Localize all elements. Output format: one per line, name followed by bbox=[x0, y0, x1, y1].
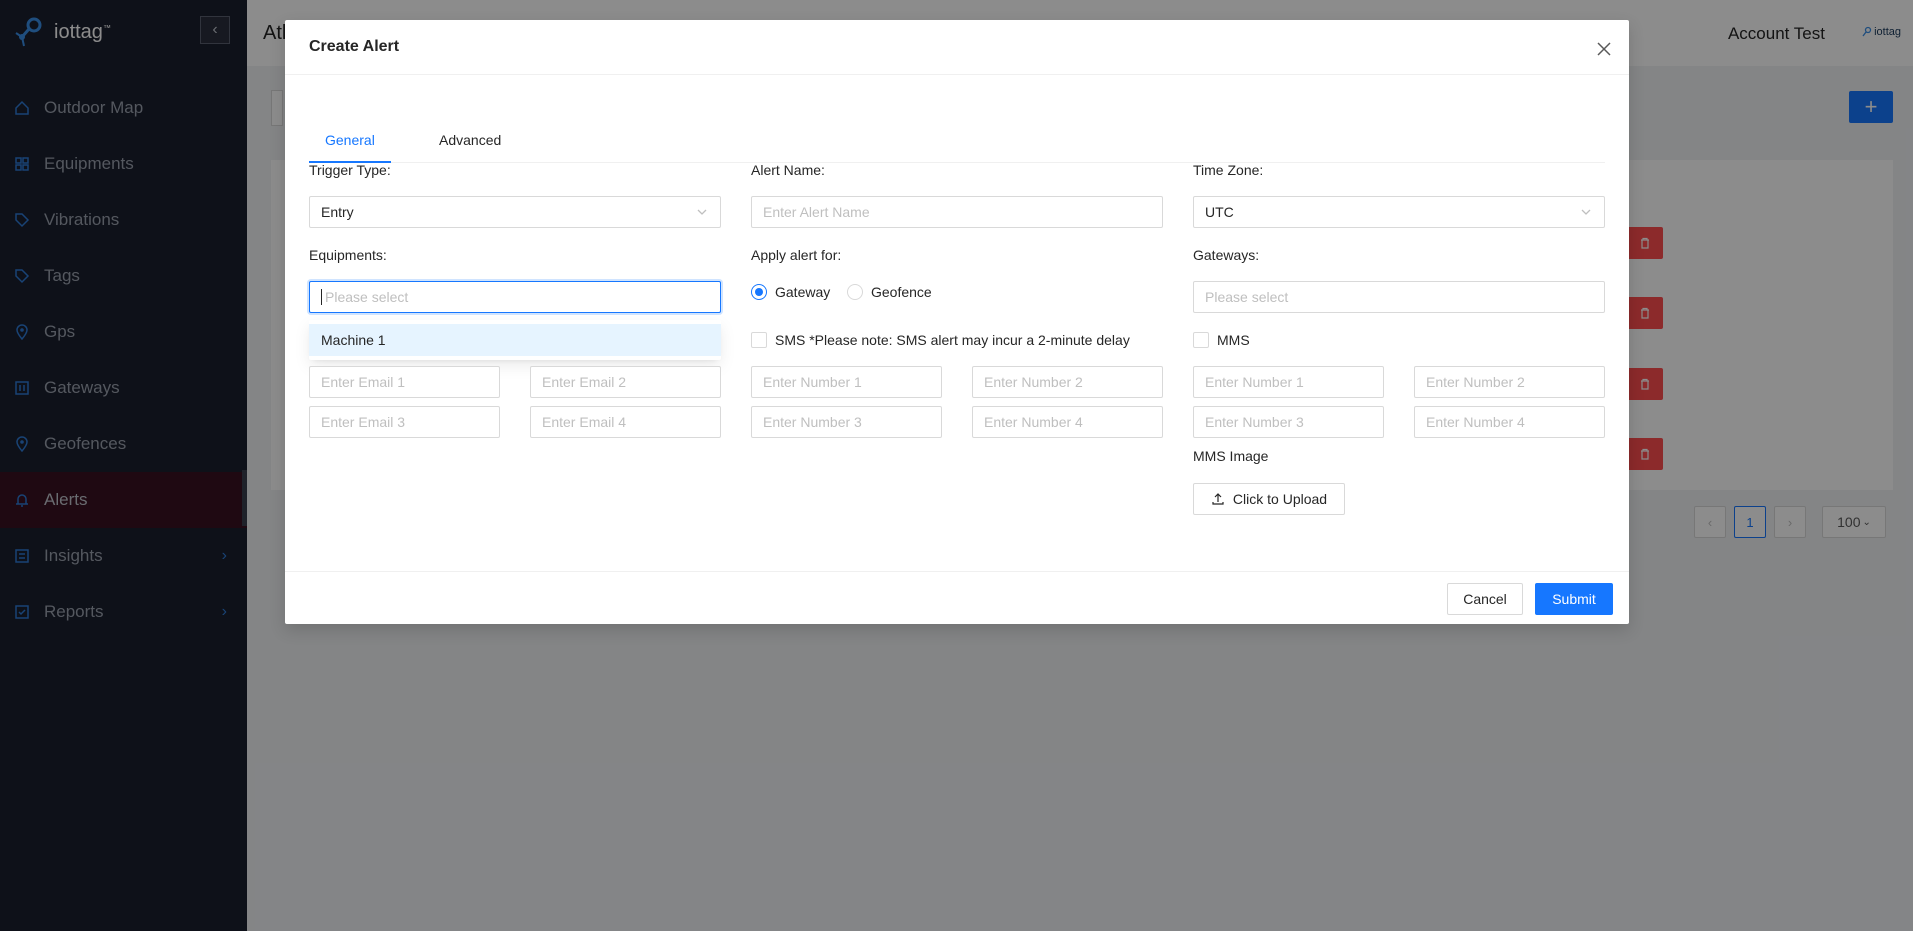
alert-name-label: Alert Name: bbox=[751, 162, 825, 178]
email-4-field[interactable]: Enter Email 4 bbox=[530, 406, 721, 438]
sms-checkbox[interactable]: SMS *Please note: SMS alert may incur a … bbox=[751, 332, 1130, 348]
gateways-select[interactable]: Please select bbox=[1193, 281, 1605, 313]
radio-checked-icon bbox=[751, 284, 767, 300]
email-1-field[interactable]: Enter Email 1 bbox=[309, 366, 500, 398]
gateways-label: Gateways: bbox=[1193, 247, 1260, 263]
chevron-down-icon bbox=[1581, 209, 1591, 215]
submit-button[interactable]: Submit bbox=[1535, 583, 1613, 615]
alert-name-input[interactable]: Enter Alert Name bbox=[751, 196, 1163, 228]
sms-number-4-field[interactable]: Enter Number 4 bbox=[972, 406, 1163, 438]
create-alert-modal: Create Alert General Advanced Trigger Ty… bbox=[285, 20, 1629, 624]
tab-general[interactable]: General bbox=[325, 132, 375, 148]
time-zone-select[interactable]: UTC bbox=[1193, 196, 1605, 228]
radio-gateway[interactable]: Gateway bbox=[751, 284, 830, 300]
equipments-label: Equipments: bbox=[309, 247, 387, 263]
close-icon[interactable] bbox=[1595, 40, 1613, 58]
apply-alert-label: Apply alert for: bbox=[751, 247, 842, 263]
mms-image-label: MMS Image bbox=[1193, 448, 1269, 464]
equipments-select[interactable]: Please select bbox=[309, 281, 721, 313]
mms-number-2-field[interactable]: Enter Number 2 bbox=[1414, 366, 1605, 398]
email-2-field[interactable]: Enter Email 2 bbox=[530, 366, 721, 398]
sms-number-3-field[interactable]: Enter Number 3 bbox=[751, 406, 942, 438]
mms-number-3-field[interactable]: Enter Number 3 bbox=[1193, 406, 1384, 438]
modal-footer: Cancel Submit bbox=[285, 571, 1629, 624]
trigger-type-label: Trigger Type: bbox=[309, 162, 391, 178]
equipments-dropdown: Machine 1 bbox=[309, 320, 721, 360]
trigger-type-select[interactable]: Entry bbox=[309, 196, 721, 228]
modal-header: Create Alert bbox=[285, 20, 1629, 75]
mms-number-4-field[interactable]: Enter Number 4 bbox=[1414, 406, 1605, 438]
modal-title: Create Alert bbox=[309, 38, 400, 55]
radio-unchecked-icon bbox=[847, 284, 863, 300]
checkbox-icon bbox=[751, 332, 767, 348]
sms-number-2-field[interactable]: Enter Number 2 bbox=[972, 366, 1163, 398]
email-3-field[interactable]: Enter Email 3 bbox=[309, 406, 500, 438]
upload-icon bbox=[1212, 493, 1224, 505]
modal-tabs: General Advanced bbox=[309, 108, 1605, 163]
mms-number-1-field[interactable]: Enter Number 1 bbox=[1193, 366, 1384, 398]
sms-number-1-field[interactable]: Enter Number 1 bbox=[751, 366, 942, 398]
chevron-down-icon bbox=[697, 209, 707, 215]
text-caret bbox=[321, 289, 322, 305]
tab-advanced[interactable]: Advanced bbox=[439, 132, 501, 148]
cancel-button[interactable]: Cancel bbox=[1447, 583, 1523, 615]
time-zone-label: Time Zone: bbox=[1193, 162, 1264, 178]
checkbox-icon bbox=[1193, 332, 1209, 348]
upload-button[interactable]: Click to Upload bbox=[1193, 483, 1345, 515]
mms-checkbox[interactable]: MMS bbox=[1193, 332, 1250, 348]
radio-geofence[interactable]: Geofence bbox=[847, 284, 932, 300]
dropdown-option[interactable]: Machine 1 bbox=[309, 324, 721, 356]
